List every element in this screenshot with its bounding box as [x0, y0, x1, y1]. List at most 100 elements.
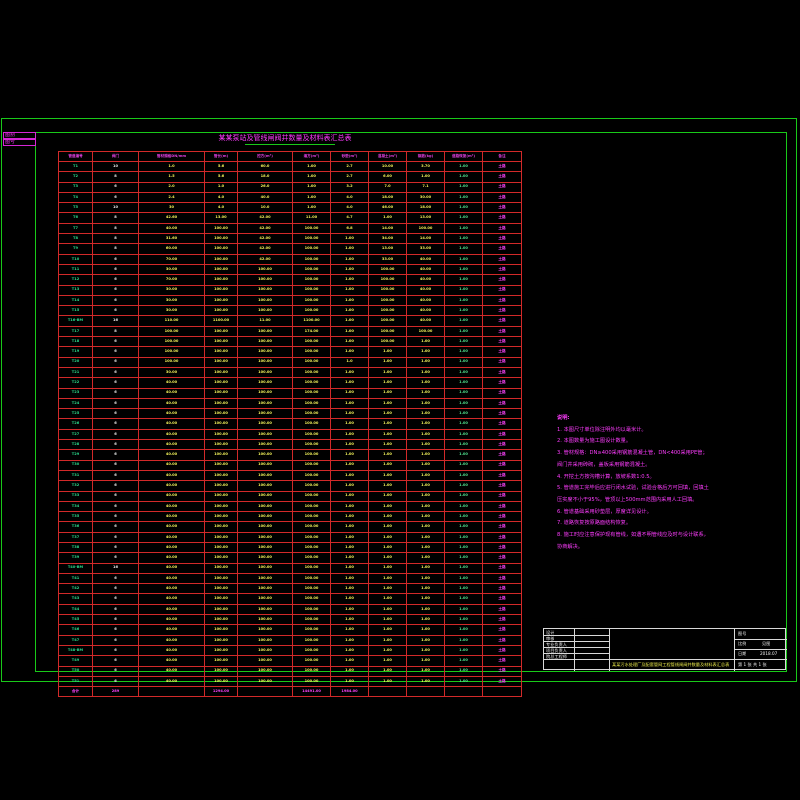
table-cell: 1.00: [406, 675, 445, 688]
table-cell: 100.00: [204, 439, 238, 451]
table-cell: 1.00: [330, 572, 369, 585]
table-cell: 6: [92, 191, 139, 204]
table-cell: T43: [58, 593, 93, 605]
table-cell: 土路: [482, 397, 522, 410]
table-cell: 14.00: [368, 222, 407, 235]
table-cell: 42.00: [237, 222, 293, 235]
table-cell: 100.00: [292, 222, 331, 235]
table-cell: 6: [92, 459, 139, 471]
note-line: 8. 施工时应注意保护现有管线，如遇不明管线应及时与设计联系，: [557, 532, 709, 539]
note-line: 5. 管道施工完毕后应进行闭水试验，试验合格后方可回填，回填土: [557, 485, 709, 492]
table-cell: 100.00: [237, 583, 293, 595]
table-cell: 1.00: [444, 603, 483, 616]
tb-value-scale: 见图: [762, 641, 771, 646]
table-cell: T27: [58, 428, 93, 441]
table-row: T41 6 40.00 100.00 100.00 100.00 1.00 1.00 1.00 1…: [58, 572, 522, 585]
table-row: T42 6 40.00 100.00 100.00 100.00 1.00 1.00 1.00 1…: [58, 583, 522, 595]
table-cell: 1.00: [406, 387, 445, 399]
table-cell: 6: [92, 665, 139, 677]
table-cell: 1.00: [444, 408, 483, 420]
table-cell: 100.00: [204, 233, 238, 245]
table-cell: 8: [92, 171, 139, 183]
table-row: T18 6 100.00 100.00 100.00 100.00 1.00 100.00 1.…: [58, 336, 522, 348]
table-cell: 1.00: [444, 418, 483, 430]
table-cell: 40.00: [138, 377, 205, 389]
table-cell: 100.00: [204, 583, 238, 595]
table-cell: 土路: [482, 583, 522, 595]
table-cell: 1.00: [330, 336, 369, 348]
table-cell: 土路: [482, 644, 522, 657]
table-cell: 土路: [482, 552, 522, 564]
table-cell: 1.00: [406, 397, 445, 410]
table-cell: 100.00: [138, 346, 205, 358]
table-cell: 5.6: [204, 171, 238, 183]
table-cell: 1.00: [406, 480, 445, 492]
table-cell: 100.00: [368, 294, 407, 307]
table-cell: 1.00: [406, 521, 445, 533]
table-cell: T34: [58, 500, 93, 513]
table-cell: 4.7: [330, 212, 369, 224]
note-line: 阀门井采用砖砌，盖板采用钢筋混凝土。: [557, 461, 651, 468]
table-row: T48-BM 6 40.00 100.00 100.00 100.00 1.00 1.00 1.…: [58, 644, 522, 657]
table-cell: 42.60: [138, 212, 205, 224]
note-line: 6. 管道基础采用砂垫层，厚度详见设计。: [557, 508, 652, 515]
total-cell: [368, 686, 407, 698]
table-cell: T46: [58, 624, 93, 636]
table-cell: 100.00: [368, 284, 407, 296]
table-cell: 100.00: [204, 346, 238, 358]
table-cell: 1.00: [330, 490, 369, 502]
table-cell: 100.00: [292, 603, 331, 616]
table-cell: 100.00: [368, 274, 407, 286]
table-cell: 16: [92, 315, 139, 327]
table-cell: T30: [58, 459, 93, 471]
table-cell: 40.00: [138, 428, 205, 441]
table-cell: 100.00: [237, 541, 293, 554]
table-cell: 100.00: [292, 377, 331, 389]
table-cell: 6: [92, 644, 139, 657]
note-line: 1. 本图尺寸单位除注明外均以毫米计。: [557, 426, 647, 433]
table-cell: 100.00: [204, 336, 238, 348]
table-cell: 10.0: [237, 202, 293, 214]
table-cell: 100.00: [292, 490, 331, 502]
table-cell: 100.00: [237, 655, 293, 667]
table-cell: T11: [58, 263, 93, 276]
table-cell: 5.6: [204, 160, 238, 173]
table-cell: 土路: [482, 634, 522, 646]
table-cell: 40.00: [138, 449, 205, 461]
table-cell: 1.00: [368, 428, 407, 441]
table-cell: 1100.00: [292, 315, 331, 327]
table-cell: 100.00: [292, 253, 331, 265]
table-cell: 40.00: [138, 469, 205, 482]
table-row: T13 6 30.00 100.00 100.00 100.00 1.00 100.00 40.…: [58, 284, 522, 296]
table-cell: T2: [58, 171, 93, 183]
table-cell: 6.8: [330, 222, 369, 235]
table-cell: 100.00: [237, 294, 293, 307]
table-cell: 100.00: [237, 614, 293, 626]
table-cell: 1.0: [138, 160, 205, 173]
table-cell: 100.00: [292, 439, 331, 451]
table-cell: 土路: [482, 356, 522, 368]
table-cell: 1.00: [368, 583, 407, 595]
table-cell: 1.00: [406, 634, 445, 646]
table-cell: 1.00: [406, 562, 445, 574]
table-cell: 100.00: [204, 305, 238, 317]
table-cell: T21: [58, 366, 93, 379]
table-total-row: 合计 289 1294.00 14491.00 1984.00: [58, 686, 522, 698]
table-cell: 土路: [482, 346, 522, 358]
table-cell: 1.00: [368, 541, 407, 554]
table-cell: 100.00: [292, 675, 331, 688]
table-cell: 1.00: [406, 531, 445, 543]
table-cell: 1.00: [368, 593, 407, 605]
column-header: 阀门: [92, 151, 139, 162]
table-cell: 100.00: [406, 222, 445, 235]
table-cell: 40.00: [138, 634, 205, 646]
table-cell: 1.00: [330, 428, 369, 441]
tb-label-pm: 项目负责人: [546, 648, 567, 653]
table-cell: 6: [92, 531, 139, 543]
table-cell: 土路: [482, 387, 522, 399]
table-cell: 31.60: [138, 233, 205, 245]
table-cell: 100.00: [204, 397, 238, 410]
table-cell: 1.00: [330, 552, 369, 564]
table-cell: 1.00: [444, 675, 483, 688]
table-cell: 1.00: [368, 480, 407, 492]
